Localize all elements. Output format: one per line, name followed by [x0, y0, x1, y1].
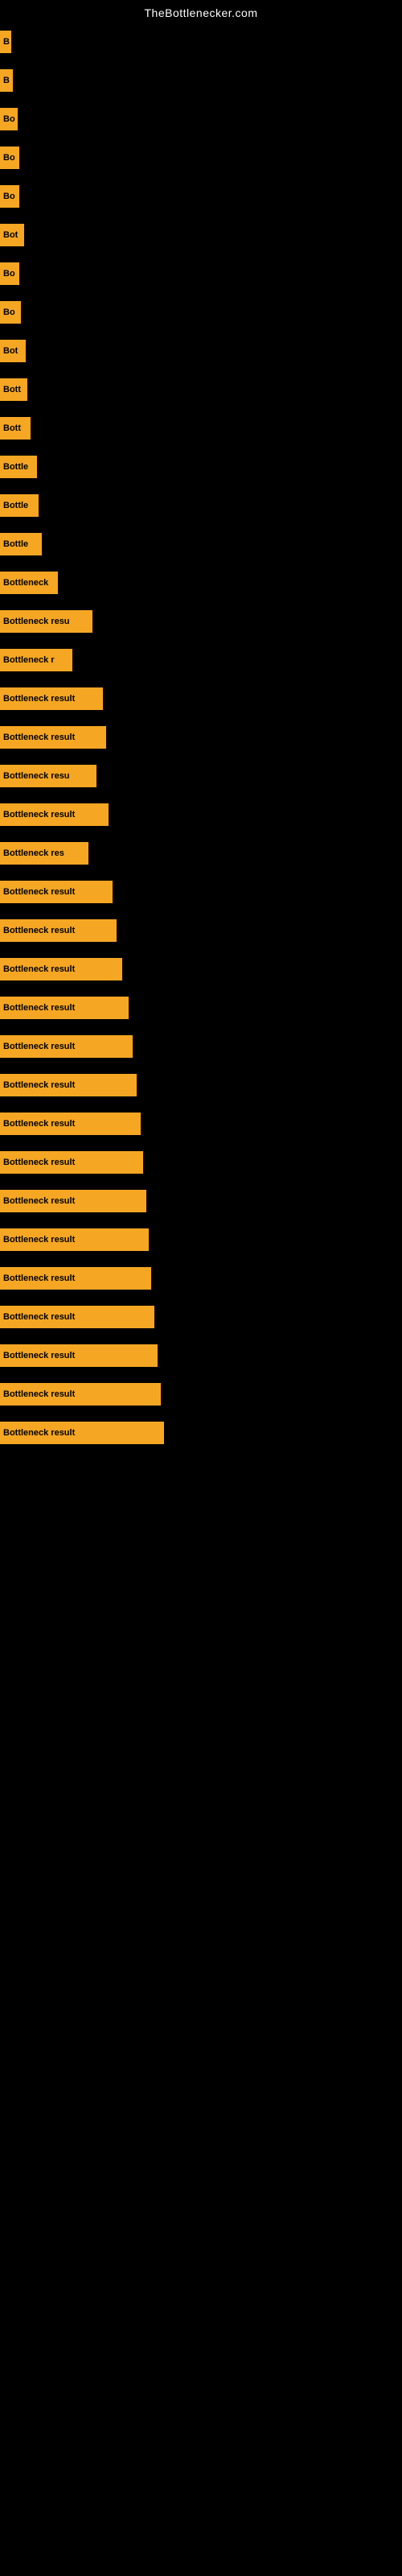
bar-label-5: Bo: [0, 185, 19, 208]
bar-row-11: Bott: [0, 409, 402, 448]
bar-row-30: Bottleneck result: [0, 1143, 402, 1182]
bar-row-15: Bottleneck: [0, 564, 402, 602]
bar-row-23: Bottleneck result: [0, 873, 402, 911]
bar-label-26: Bottleneck result: [0, 997, 129, 1019]
bar-row-28: Bottleneck result: [0, 1066, 402, 1104]
bar-label-6: Bot: [0, 224, 24, 246]
bar-label-8: Bo: [0, 301, 21, 324]
bar-row-13: Bottle: [0, 486, 402, 525]
bar-row-20: Bottleneck resu: [0, 757, 402, 795]
bars-container: BB Bo Bo Bo Bot Bo Bo Bot Bott Bott Bottle Bottle Bo…: [0, 23, 402, 1452]
bar-label-7: Bo: [0, 262, 19, 285]
bar-row-4: Bo: [0, 138, 402, 177]
bar-label-28: Bottleneck result: [0, 1074, 137, 1096]
bar-row-22: Bottleneck res: [0, 834, 402, 873]
bar-row-17: Bottleneck r: [0, 641, 402, 679]
bar-label-10: Bott: [0, 378, 27, 401]
bar-label-18: Bottleneck result: [0, 687, 103, 710]
bar-row-24: Bottleneck result: [0, 911, 402, 950]
bar-row-8: Bo: [0, 293, 402, 332]
bar-label-1: B: [0, 31, 11, 53]
bar-row-27: Bottleneck result: [0, 1027, 402, 1066]
bar-label-30: Bottleneck result: [0, 1151, 143, 1174]
bar-row-16: Bottleneck resu: [0, 602, 402, 641]
bar-row-35: Bottleneck result: [0, 1336, 402, 1375]
bar-row-10: Bott: [0, 370, 402, 409]
bar-label-35: Bottleneck result: [0, 1344, 158, 1367]
bar-row-1: B: [0, 23, 402, 61]
bar-row-37: Bottleneck result: [0, 1414, 402, 1452]
bar-label-16: Bottleneck resu: [0, 610, 92, 633]
bar-label-23: Bottleneck result: [0, 881, 113, 903]
bar-label-33: Bottleneck result: [0, 1267, 151, 1290]
bar-label-9: Bot: [0, 340, 26, 362]
bar-label-17: Bottleneck r: [0, 649, 72, 671]
bar-row-32: Bottleneck result: [0, 1220, 402, 1259]
bar-label-19: Bottleneck result: [0, 726, 106, 749]
bar-label-27: Bottleneck result: [0, 1035, 133, 1058]
bar-row-31: Bottleneck result: [0, 1182, 402, 1220]
bar-label-36: Bottleneck result: [0, 1383, 161, 1406]
bar-label-4: Bo: [0, 147, 19, 169]
bar-label-2: B: [0, 69, 13, 92]
bar-row-9: Bot: [0, 332, 402, 370]
bar-row-21: Bottleneck result: [0, 795, 402, 834]
bar-row-3: Bo: [0, 100, 402, 138]
bar-row-34: Bottleneck result: [0, 1298, 402, 1336]
bar-label-20: Bottleneck resu: [0, 765, 96, 787]
bar-label-13: Bottle: [0, 494, 39, 517]
bar-row-12: Bottle: [0, 448, 402, 486]
bar-label-22: Bottleneck res: [0, 842, 88, 865]
bar-label-29: Bottleneck result: [0, 1113, 141, 1135]
bar-label-11: Bott: [0, 417, 31, 440]
bar-label-21: Bottleneck result: [0, 803, 109, 826]
bar-row-6: Bot: [0, 216, 402, 254]
bar-label-24: Bottleneck result: [0, 919, 117, 942]
bar-row-18: Bottleneck result: [0, 679, 402, 718]
bar-row-19: Bottleneck result: [0, 718, 402, 757]
bar-label-15: Bottleneck: [0, 572, 58, 594]
bar-label-25: Bottleneck result: [0, 958, 122, 980]
bar-row-7: Bo: [0, 254, 402, 293]
bar-row-14: Bottle: [0, 525, 402, 564]
bar-label-3: Bo: [0, 108, 18, 130]
bar-row-25: Bottleneck result: [0, 950, 402, 989]
bar-row-29: Bottleneck result: [0, 1104, 402, 1143]
site-title: TheBottlenecker.com: [0, 0, 402, 23]
bar-label-14: Bottle: [0, 533, 42, 555]
bar-label-34: Bottleneck result: [0, 1306, 154, 1328]
bar-row-36: Bottleneck result: [0, 1375, 402, 1414]
bar-row-5: Bo: [0, 177, 402, 216]
bar-label-31: Bottleneck result: [0, 1190, 146, 1212]
bar-label-12: Bottle: [0, 456, 37, 478]
bar-row-33: Bottleneck result: [0, 1259, 402, 1298]
bar-row-26: Bottleneck result: [0, 989, 402, 1027]
bar-label-32: Bottleneck result: [0, 1228, 149, 1251]
bar-label-37: Bottleneck result: [0, 1422, 164, 1444]
bar-row-2: B: [0, 61, 402, 100]
